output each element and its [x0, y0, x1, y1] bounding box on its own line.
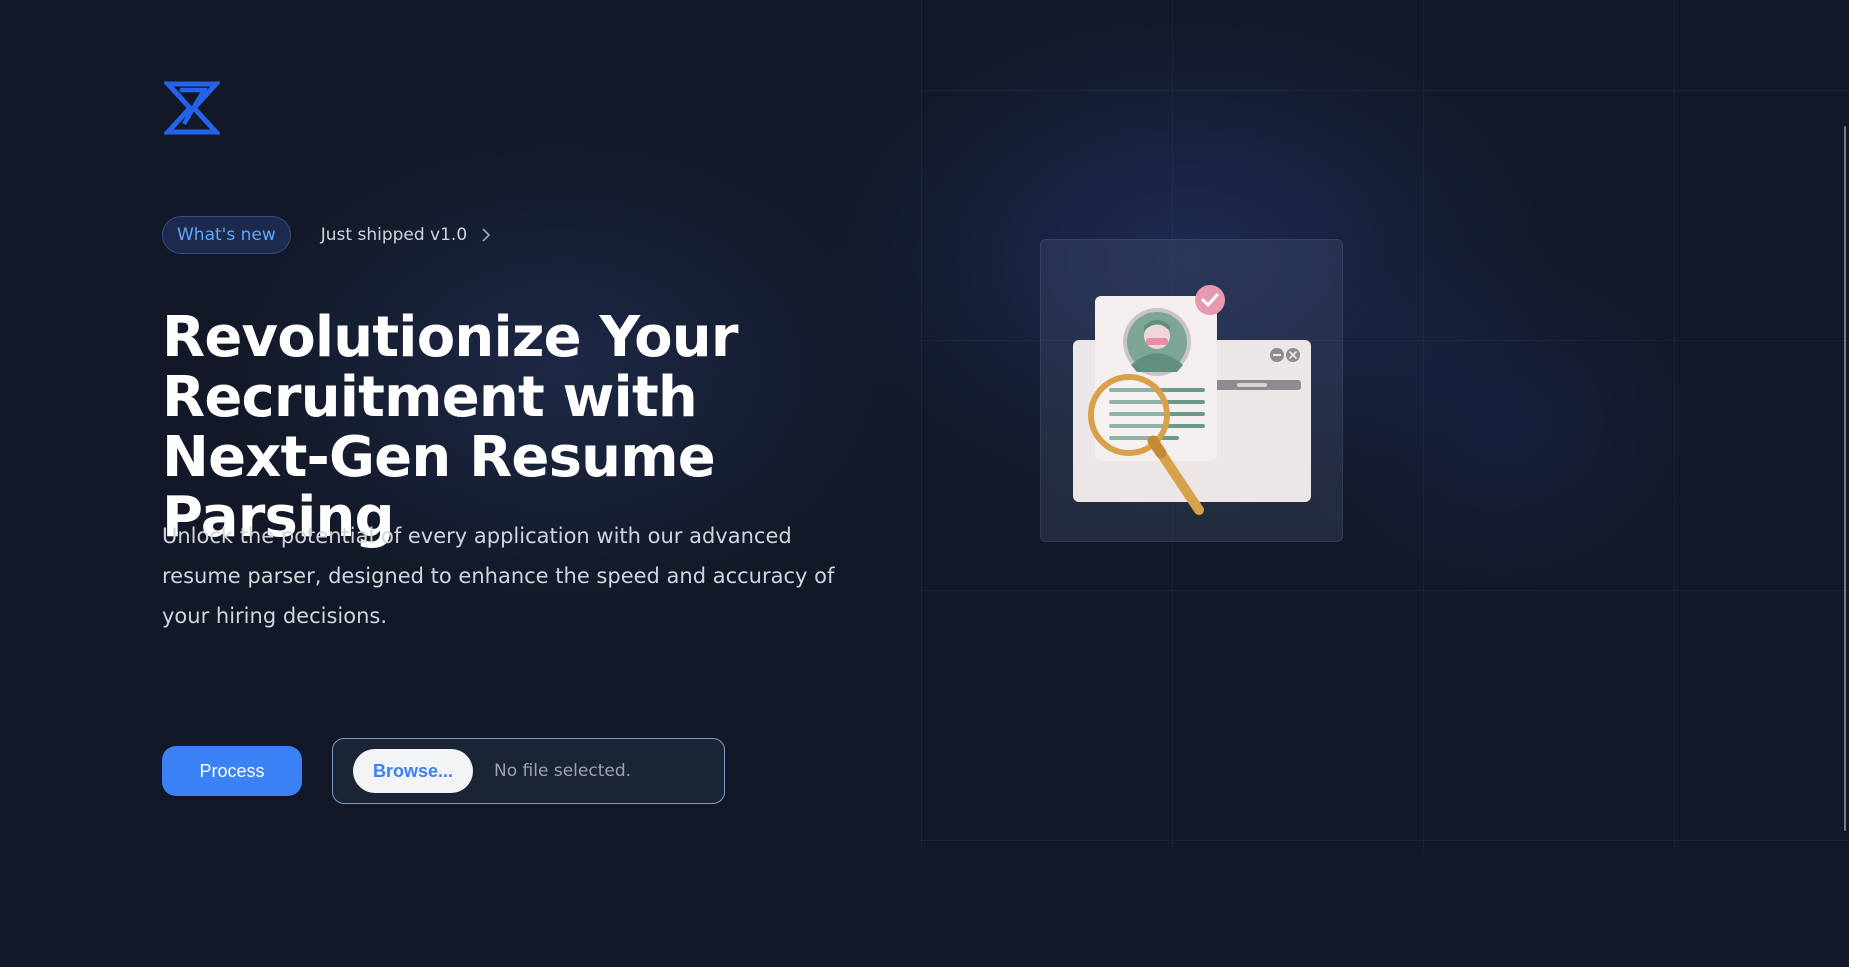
resume-illustration-card — [1040, 239, 1343, 542]
process-button[interactable]: Process — [162, 746, 302, 796]
hourglass-logo-icon[interactable] — [162, 80, 222, 136]
chevron-right-icon — [482, 228, 491, 242]
grid-line — [920, 590, 1849, 591]
grid-line — [920, 840, 1849, 841]
grid-line — [1423, 0, 1424, 850]
shipped-link[interactable]: Just shipped v1.0 — [321, 225, 491, 245]
grid-line — [1674, 0, 1675, 850]
grid-line — [921, 0, 922, 850]
resume-magnifier-illustration — [1073, 285, 1311, 515]
whats-new-label: What's new — [177, 225, 276, 245]
upload-actions: Process Browse... No file selected. — [162, 738, 725, 804]
announcement-bar: What's new Just shipped v1.0 — [162, 216, 491, 254]
scrollbar[interactable] — [1844, 126, 1846, 831]
whats-new-badge[interactable]: What's new — [162, 216, 291, 254]
browse-button[interactable]: Browse... — [353, 749, 474, 793]
file-status-text: No file selected. — [494, 761, 632, 781]
hero-description: Unlock the potential of every applicatio… — [162, 524, 835, 628]
landing-page: What's new Just shipped v1.0 Revolutioni… — [0, 0, 1849, 967]
shipped-label: Just shipped v1.0 — [320, 225, 468, 245]
grid-line — [920, 90, 1849, 91]
file-input[interactable]: Browse... No file selected. — [332, 738, 725, 804]
hero-title: Revolutionize Your Recruitment with Next… — [162, 305, 738, 550]
